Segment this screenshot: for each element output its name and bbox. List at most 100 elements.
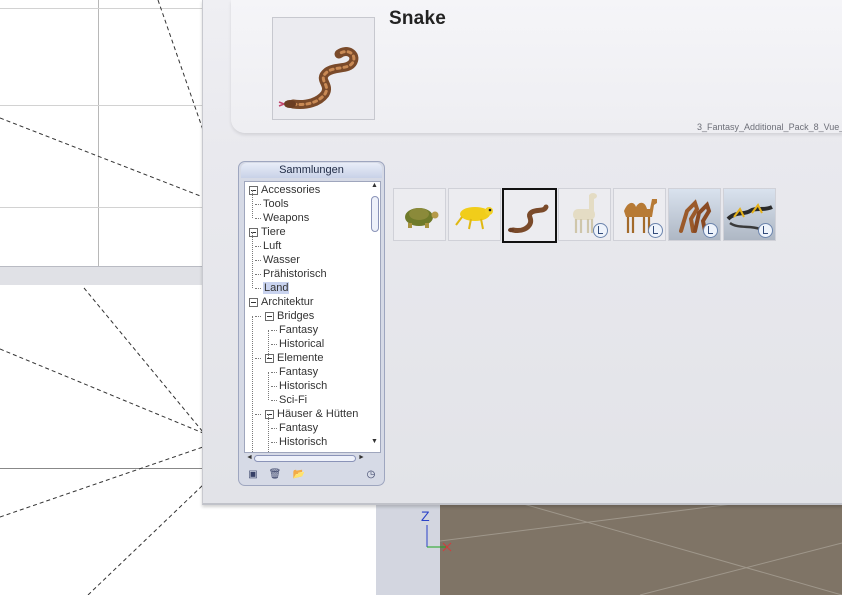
collapse-icon[interactable] (265, 312, 274, 321)
scroll-right-icon[interactable]: ► (358, 454, 365, 461)
item-preview (272, 17, 375, 120)
collapse-icon[interactable] (249, 298, 258, 307)
tree-item-label: Elemente (277, 352, 324, 364)
perspective-viewport[interactable]: Z (376, 503, 842, 595)
turtle-icon (405, 208, 439, 228)
tree-item-label: Historisch (279, 436, 328, 448)
tree-connector (271, 442, 277, 443)
item-title: Snake (389, 8, 446, 29)
tree-item-label: Wasser (263, 254, 300, 266)
tree-item-label: Fantasy (279, 366, 319, 378)
pose-badge-icon (593, 223, 608, 238)
tree-connector (255, 274, 261, 275)
collapse-icon[interactable] (265, 410, 274, 419)
tree-item[interactable]: Luft (255, 239, 282, 253)
pose-badge-icon (703, 223, 718, 238)
tree-item[interactable]: Historisch (271, 435, 328, 449)
collapse-icon[interactable] (249, 186, 258, 195)
tree-item[interactable]: Bridges (255, 309, 314, 323)
scroll-down-icon[interactable]: ▼ (371, 438, 378, 445)
tree-item[interactable]: Weapons (255, 211, 309, 225)
thumbnail-item[interactable] (723, 188, 776, 241)
tree-item[interactable]: Historical (271, 337, 325, 351)
tree-item[interactable]: Wasser (255, 253, 300, 267)
tree-connector (271, 428, 277, 429)
clock-icon[interactable]: ◷ (363, 468, 379, 482)
scroll-thumb[interactable] (371, 196, 379, 232)
tree-item[interactable]: Prähistorisch (255, 267, 327, 281)
collections-toolbar: ▣ 🗑 📂 ◷ (241, 468, 381, 483)
tree-item-label: Tiere (261, 226, 286, 238)
tree-item-label: Historisch (279, 380, 328, 392)
thumbnail-item[interactable] (393, 188, 446, 241)
tree-item[interactable]: Architektur (247, 295, 314, 309)
tree-item[interactable]: Historisch (271, 379, 328, 393)
tree-connector (255, 204, 261, 205)
open-folder-icon[interactable]: 📂 (291, 468, 307, 482)
tree-item-label: Land (263, 282, 290, 294)
tree-item-label: Fantasy (279, 324, 319, 336)
tree-item[interactable]: Tools (255, 197, 289, 211)
tree-item[interactable]: Fantasy (271, 365, 319, 379)
tree-item-label: Prähistorisch (263, 268, 327, 280)
viewport-grid (0, 0, 203, 266)
viewport-grid-front (0, 287, 203, 595)
thumbnail-item[interactable] (668, 188, 721, 241)
item-header: Snake 3_Fantasy_Additional_Pack_8_Vue_ef… (231, 0, 842, 133)
tree-connector (271, 400, 277, 401)
pose-badge-icon (758, 223, 773, 238)
tree-connector (271, 344, 277, 345)
item-path: 3_Fantasy_Additional_Pack_8_Vue_ef0... (697, 122, 842, 132)
tree-item-label: Tools (263, 198, 289, 210)
tree-item-label: Fantasy (279, 422, 319, 434)
tree-connector (255, 288, 261, 289)
tree-item[interactable]: Sci-Fi (271, 393, 307, 407)
tree-item-label: Architektur (261, 296, 314, 308)
tree-item[interactable]: Fantasy (271, 323, 319, 337)
front-viewport[interactable] (0, 285, 203, 595)
collections-panel: Sammlungen Accessories Tools Weapons Tiere L… (238, 161, 385, 486)
tree-guide (268, 414, 269, 452)
tree-item-label: Accessories (261, 184, 321, 196)
tree-guide (268, 372, 269, 400)
pose-badge-icon (648, 223, 663, 238)
tree-item[interactable]: Fantasy (271, 421, 319, 435)
tree-item[interactable]: Tiere (247, 225, 286, 239)
collections-tree[interactable]: Accessories Tools Weapons Tiere Luft Wasser Pr… (244, 181, 381, 453)
snake-icon (278, 47, 359, 109)
ground-plane (440, 503, 842, 595)
thumbnail-item[interactable] (613, 188, 666, 241)
scroll-left-icon[interactable]: ◄ (246, 454, 253, 461)
tree-connector (255, 218, 261, 219)
top-viewport[interactable] (0, 0, 203, 266)
collapse-icon[interactable] (249, 228, 258, 237)
tree-connector (255, 316, 261, 317)
collections-title: Sammlungen (241, 163, 382, 178)
tree-vertical-scrollbar[interactable]: ▲ ▼ (370, 182, 380, 450)
collapse-icon[interactable] (265, 354, 274, 363)
tree-item-label: Bridges (277, 310, 315, 322)
tree-connector (255, 246, 261, 247)
tree-connector (271, 386, 277, 387)
thumbnail-item[interactable] (448, 188, 501, 241)
thumbnail-item[interactable] (558, 188, 611, 241)
thumbnail-item[interactable] (502, 188, 557, 243)
tree-item[interactable]: Häuser & Hütten (255, 407, 358, 421)
tree-item[interactable]: Accessories (247, 183, 320, 197)
tree-horizontal-scrollbar[interactable] (254, 455, 356, 462)
object-browser-panel: Snake 3_Fantasy_Additional_Pack_8_Vue_ef… (202, 0, 842, 505)
delete-icon[interactable]: 🗑 (267, 468, 283, 482)
tree-guide (268, 330, 269, 358)
tree-item-label: Luft (263, 240, 282, 252)
tree-item[interactable]: Land (255, 281, 290, 295)
tree-connector (255, 358, 261, 359)
viewport-separator[interactable] (0, 266, 203, 286)
new-collection-icon[interactable]: ▣ (245, 468, 261, 482)
tree-item[interactable]: Elemente (255, 351, 323, 365)
tree-item-label: Historical (279, 338, 325, 350)
snake-icon (508, 204, 549, 233)
tree-item-label: Häuser & Hütten (277, 408, 359, 420)
tree-connector (271, 330, 277, 331)
scroll-up-icon[interactable]: ▲ (371, 182, 378, 189)
tree-guide (252, 316, 253, 452)
